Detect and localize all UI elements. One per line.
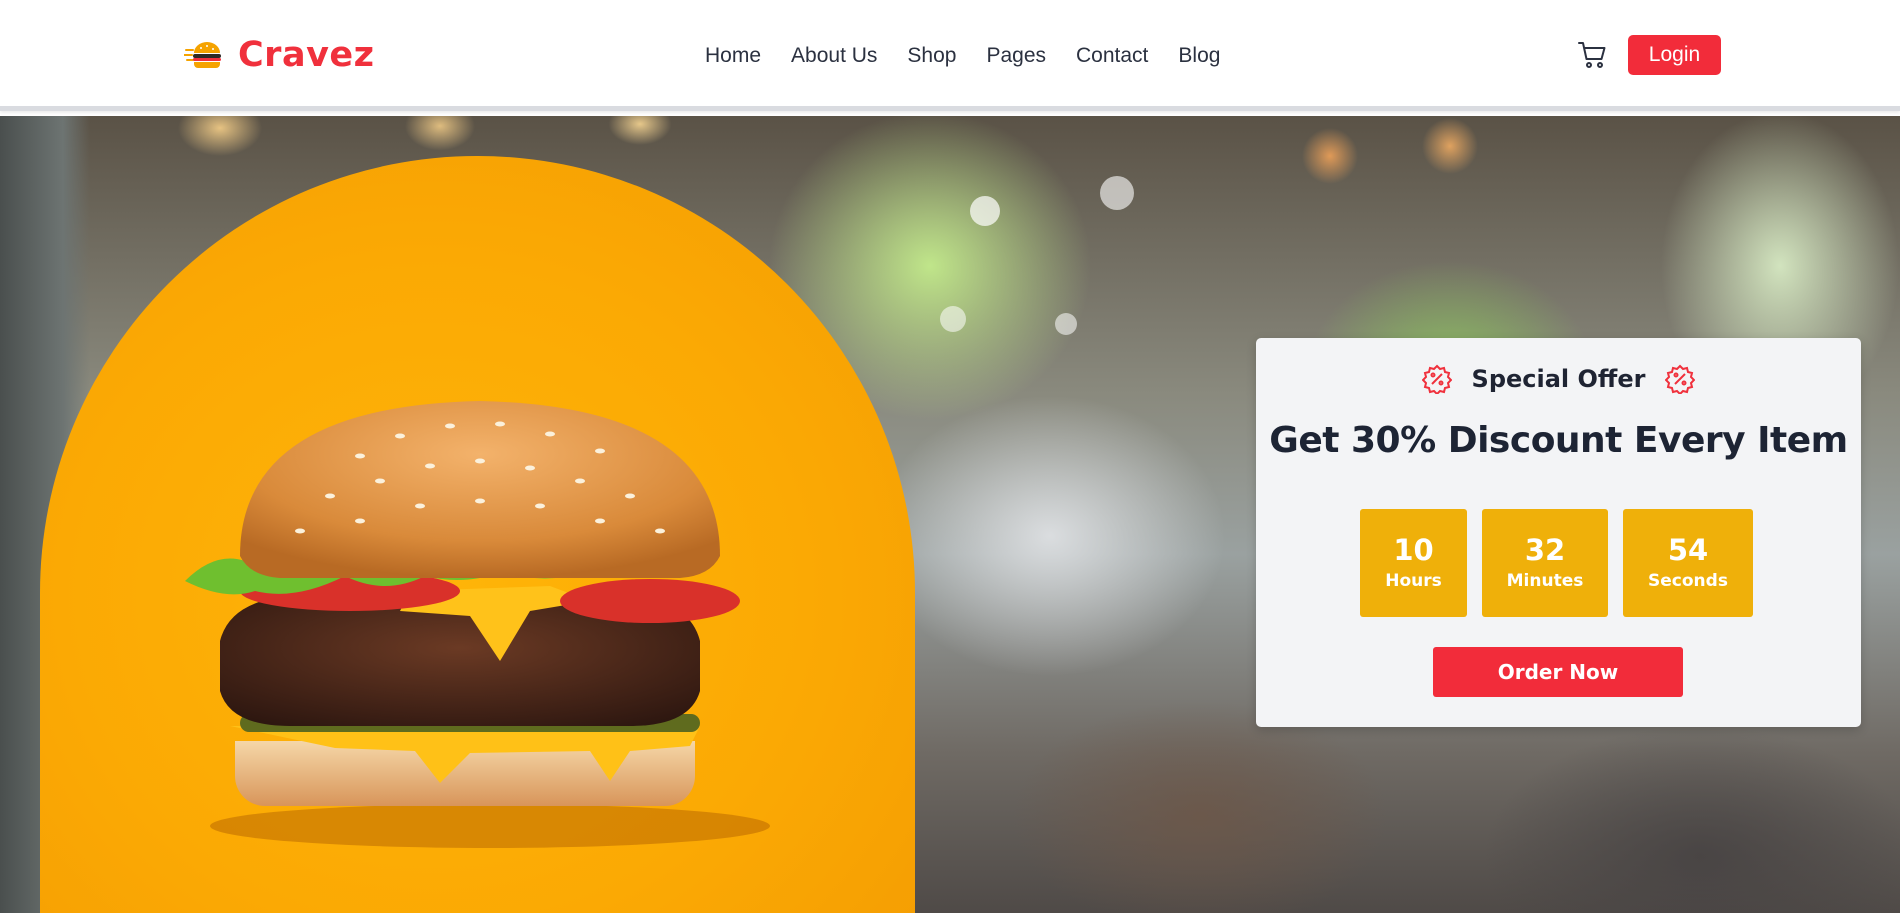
hours-value: 10 bbox=[1393, 533, 1434, 568]
login-button[interactable]: Login bbox=[1628, 35, 1721, 75]
order-now-button[interactable]: Order Now bbox=[1433, 647, 1683, 697]
seconds-value: 54 bbox=[1667, 533, 1709, 568]
countdown-minutes: 32 Minutes bbox=[1482, 509, 1608, 617]
hero-section: Special Offer Get 30% Discount Every Ite… bbox=[0, 116, 1900, 913]
nav-about-us[interactable]: About Us bbox=[791, 45, 877, 66]
nav-home[interactable]: Home bbox=[705, 45, 761, 66]
hours-label: Hours bbox=[1385, 570, 1442, 591]
seconds-label: Seconds bbox=[1648, 570, 1728, 591]
special-offer-label: Special Offer bbox=[1471, 365, 1646, 393]
offer-title: Get 30% Discount Every Item bbox=[1269, 420, 1848, 461]
minutes-value: 32 bbox=[1524, 533, 1566, 568]
nav-pages[interactable]: Pages bbox=[986, 45, 1046, 66]
cart-button[interactable] bbox=[1576, 38, 1610, 72]
shopping-cart-icon bbox=[1578, 42, 1606, 68]
countdown-seconds: 54 Seconds bbox=[1623, 509, 1753, 617]
bokeh-light bbox=[1100, 176, 1134, 210]
brand-name: Cravez bbox=[238, 34, 375, 75]
discount-badge-icon bbox=[1665, 364, 1696, 394]
offer-header: Special Offer bbox=[1256, 364, 1861, 394]
nav-blog[interactable]: Blog bbox=[1178, 45, 1220, 66]
burger-photo bbox=[185, 401, 770, 848]
bokeh-light bbox=[970, 196, 1000, 226]
countdown-timer: 10 Hours 32 Minutes 54 Seconds bbox=[1360, 509, 1753, 617]
main-nav: Home About Us Shop Pages Contact Blog bbox=[705, 38, 1220, 72]
discount-badge-icon bbox=[1421, 364, 1452, 394]
nav-shop[interactable]: Shop bbox=[907, 45, 956, 66]
brand-logo[interactable]: Cravez bbox=[184, 32, 375, 78]
burger-icon bbox=[184, 42, 221, 68]
countdown-hours: 10 Hours bbox=[1360, 509, 1467, 617]
special-offer-card: Special Offer Get 30% Discount Every Ite… bbox=[1256, 338, 1861, 727]
minutes-label: Minutes bbox=[1506, 570, 1584, 591]
nav-contact[interactable]: Contact bbox=[1076, 45, 1148, 66]
site-header: Cravez Home About Us Shop Pages Contact … bbox=[0, 0, 1900, 111]
bokeh-light bbox=[940, 306, 966, 332]
bokeh-light bbox=[1055, 313, 1077, 335]
